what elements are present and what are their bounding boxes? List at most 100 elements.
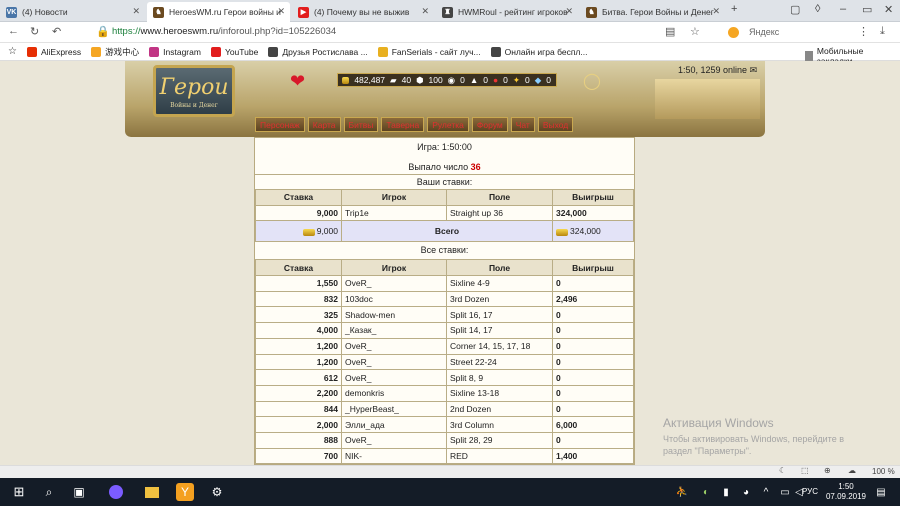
windows-start-icon[interactable]: ⊞ [10,483,28,501]
table-row: 4,000 _Казак_ Split 14, 17 0 [255,322,634,339]
url-field[interactable]: https://www.heroeswm.ru/inforoul.php?id=… [112,26,336,37]
zoom-level[interactable]: 100 % [872,467,895,476]
close-tab-icon[interactable]: ✕ [132,6,140,17]
tab-2[interactable]: ♞ HeroesWM.ru Герои войны и ✕ [147,2,290,22]
tray-icon[interactable]: ◕ [737,483,755,501]
bookmark-star-icon[interactable]: ☆ [690,25,700,38]
vk-icon: VK [6,6,17,18]
cloud-icon[interactable]: ☁ [848,466,856,475]
download-icon[interactable]: ⤓ [880,25,885,38]
player-link[interactable]: OveR_ [341,275,447,292]
refresh-icon[interactable]: ↻ [30,25,39,38]
menu-item[interactable]: Чат [510,117,535,132]
windows-activation-watermark: Активация Windows Чтобы активировать Win… [663,416,844,457]
tabs-list-icon[interactable]: ▢ [790,3,800,16]
shield-icon[interactable]: ◊ [815,3,820,15]
site-logo[interactable]: Герои Войны и Денег [153,65,235,117]
field-cell: Split 16, 17 [446,306,553,324]
mail-icon[interactable]: ✉ [750,65,758,75]
nvidia-icon[interactable]: ◐ [697,483,715,501]
player-link[interactable]: Shadow-men [341,306,447,324]
site-header: Герои Войны и Денег ❤ 482,487 ▰ 40 ⬢ 100 ◉ 0… [125,61,765,137]
bookmark-item[interactable]: AliExpress [26,46,81,58]
stake-cell: 832 [255,290,342,308]
menu-item[interactable]: Карта [307,117,341,132]
new-tab-icon[interactable]: + [731,3,737,15]
close-tab-icon[interactable]: ✕ [421,6,429,17]
search-box[interactable]: Яндекс [728,24,848,40]
aliexpress-icon [26,46,37,57]
menu-item[interactable]: Форум [471,117,508,132]
player-link[interactable]: NIK- [341,447,447,465]
player-link[interactable]: 103doc [341,290,447,308]
tab-1[interactable]: VK (4) Новости ✕ [0,2,145,22]
tab-3[interactable]: ▶ (4) Почему вы не выжив ✕ [292,2,434,22]
stake-cell: 612 [255,369,342,386]
lock-icon[interactable]: 🔒 [96,25,110,38]
menu-item[interactable]: Выход [537,117,574,132]
folder-icon[interactable] [143,483,161,501]
read-mode-icon[interactable]: ▤ [665,25,675,38]
tab-4[interactable]: ♜ HWMRoul - рейтинг игроков ✕ [436,2,578,22]
menu-item[interactable]: Битвы [343,117,379,132]
column-header: Ставка [255,259,342,277]
url-path: /inforoul.php?id=105226034 [218,26,337,37]
notifications-icon[interactable]: ▤ [872,483,890,501]
tray-icon[interactable]: ▮ [717,483,735,501]
player-link[interactable]: _HyperBeast_ [341,400,447,418]
clock[interactable]: 1:50 07.09.2019 [826,482,866,502]
bookmark-item[interactable]: FanSerials - сайт луч... [377,46,481,58]
search-icon[interactable]: ⌕ [40,483,58,501]
player-link[interactable]: demonkris [341,384,447,402]
player-link[interactable]: OveR_ [341,337,447,355]
table-row: 9,000 Trip1e Straight up 36 324,000 [255,204,634,222]
yandex-browser-icon[interactable]: Y [176,483,194,501]
alice-icon[interactable] [107,483,125,501]
night-mode-icon[interactable]: ☾ [779,466,786,475]
heart-icon[interactable]: ❤ [290,71,305,92]
logo-title: Герои [159,75,229,100]
field-cell: 3rd Column [446,416,553,433]
player-link[interactable]: _Казак_ [341,322,447,339]
close-window-icon[interactable]: ✕ [884,3,893,16]
menu-icon[interactable]: ⋮ [858,25,869,38]
player-link[interactable]: OveR_ [341,353,447,371]
menu-item[interactable]: Таверна [381,117,425,132]
close-tab-icon[interactable]: ✕ [565,6,573,17]
bookmark-item[interactable]: Instagram [149,46,201,58]
bookmark-item[interactable]: 游戏中心 [91,46,139,58]
player-link[interactable]: OveR_ [341,369,447,386]
tab-label: (4) Почему вы не выжив [314,7,410,17]
ring-icon[interactable]: ◯ [583,71,601,91]
table-row: 888 OveR_ Split 28, 29 0 [255,431,634,449]
total-row: 9,000 Всего 324,000 [255,220,634,243]
resources-bar: 482,487 ▰ 40 ⬢ 100 ◉ 0 ▲ 0 ● 0 ✦ 0 ◆ 0 [337,73,557,87]
close-tab-icon[interactable]: ✕ [277,6,285,17]
language-indicator[interactable]: РУС [802,487,818,496]
field-cell: RED [446,447,553,465]
bookmark-item[interactable]: Онлайн игра беспл... [490,46,587,58]
history-icon[interactable]: ↶ [52,25,61,38]
bookmark-item[interactable]: YouTube [210,46,258,58]
person-icon[interactable]: ⛹ [673,483,691,501]
tab-5[interactable]: ♞ Битва. Герои Войны и Денег ✕ [580,2,725,22]
watermark-line1: Чтобы активировать Windows, перейдите в [663,434,844,444]
task-view-icon[interactable]: ▣ [70,483,88,501]
menu-item[interactable]: Рулетка [427,117,469,132]
back-icon[interactable]: ← [8,25,19,37]
player-link[interactable]: Trip1e [341,204,447,222]
screenshot-icon[interactable]: ⬚ [801,466,809,475]
field-cell: 3rd Dozen [446,290,553,308]
player-link[interactable]: Элли_ада [341,416,447,433]
zoom-icon[interactable]: ⊕ [824,466,831,475]
tray-chevron-icon[interactable]: ^ [757,483,775,501]
steam-icon[interactable]: ⚙ [208,483,226,501]
maximize-icon[interactable]: ▭ [862,3,872,16]
player-link[interactable]: OveR_ [341,431,447,449]
bookmark-item[interactable]: Друзья Ростислава ... [268,46,368,58]
star-icon[interactable]: ☆ [8,46,17,57]
minimize-icon[interactable]: – [840,3,846,15]
close-tab-icon[interactable]: ✕ [712,6,720,17]
clock-date: 07.09.2019 [825,492,866,501]
menu-item[interactable]: Персонаж [255,117,305,132]
